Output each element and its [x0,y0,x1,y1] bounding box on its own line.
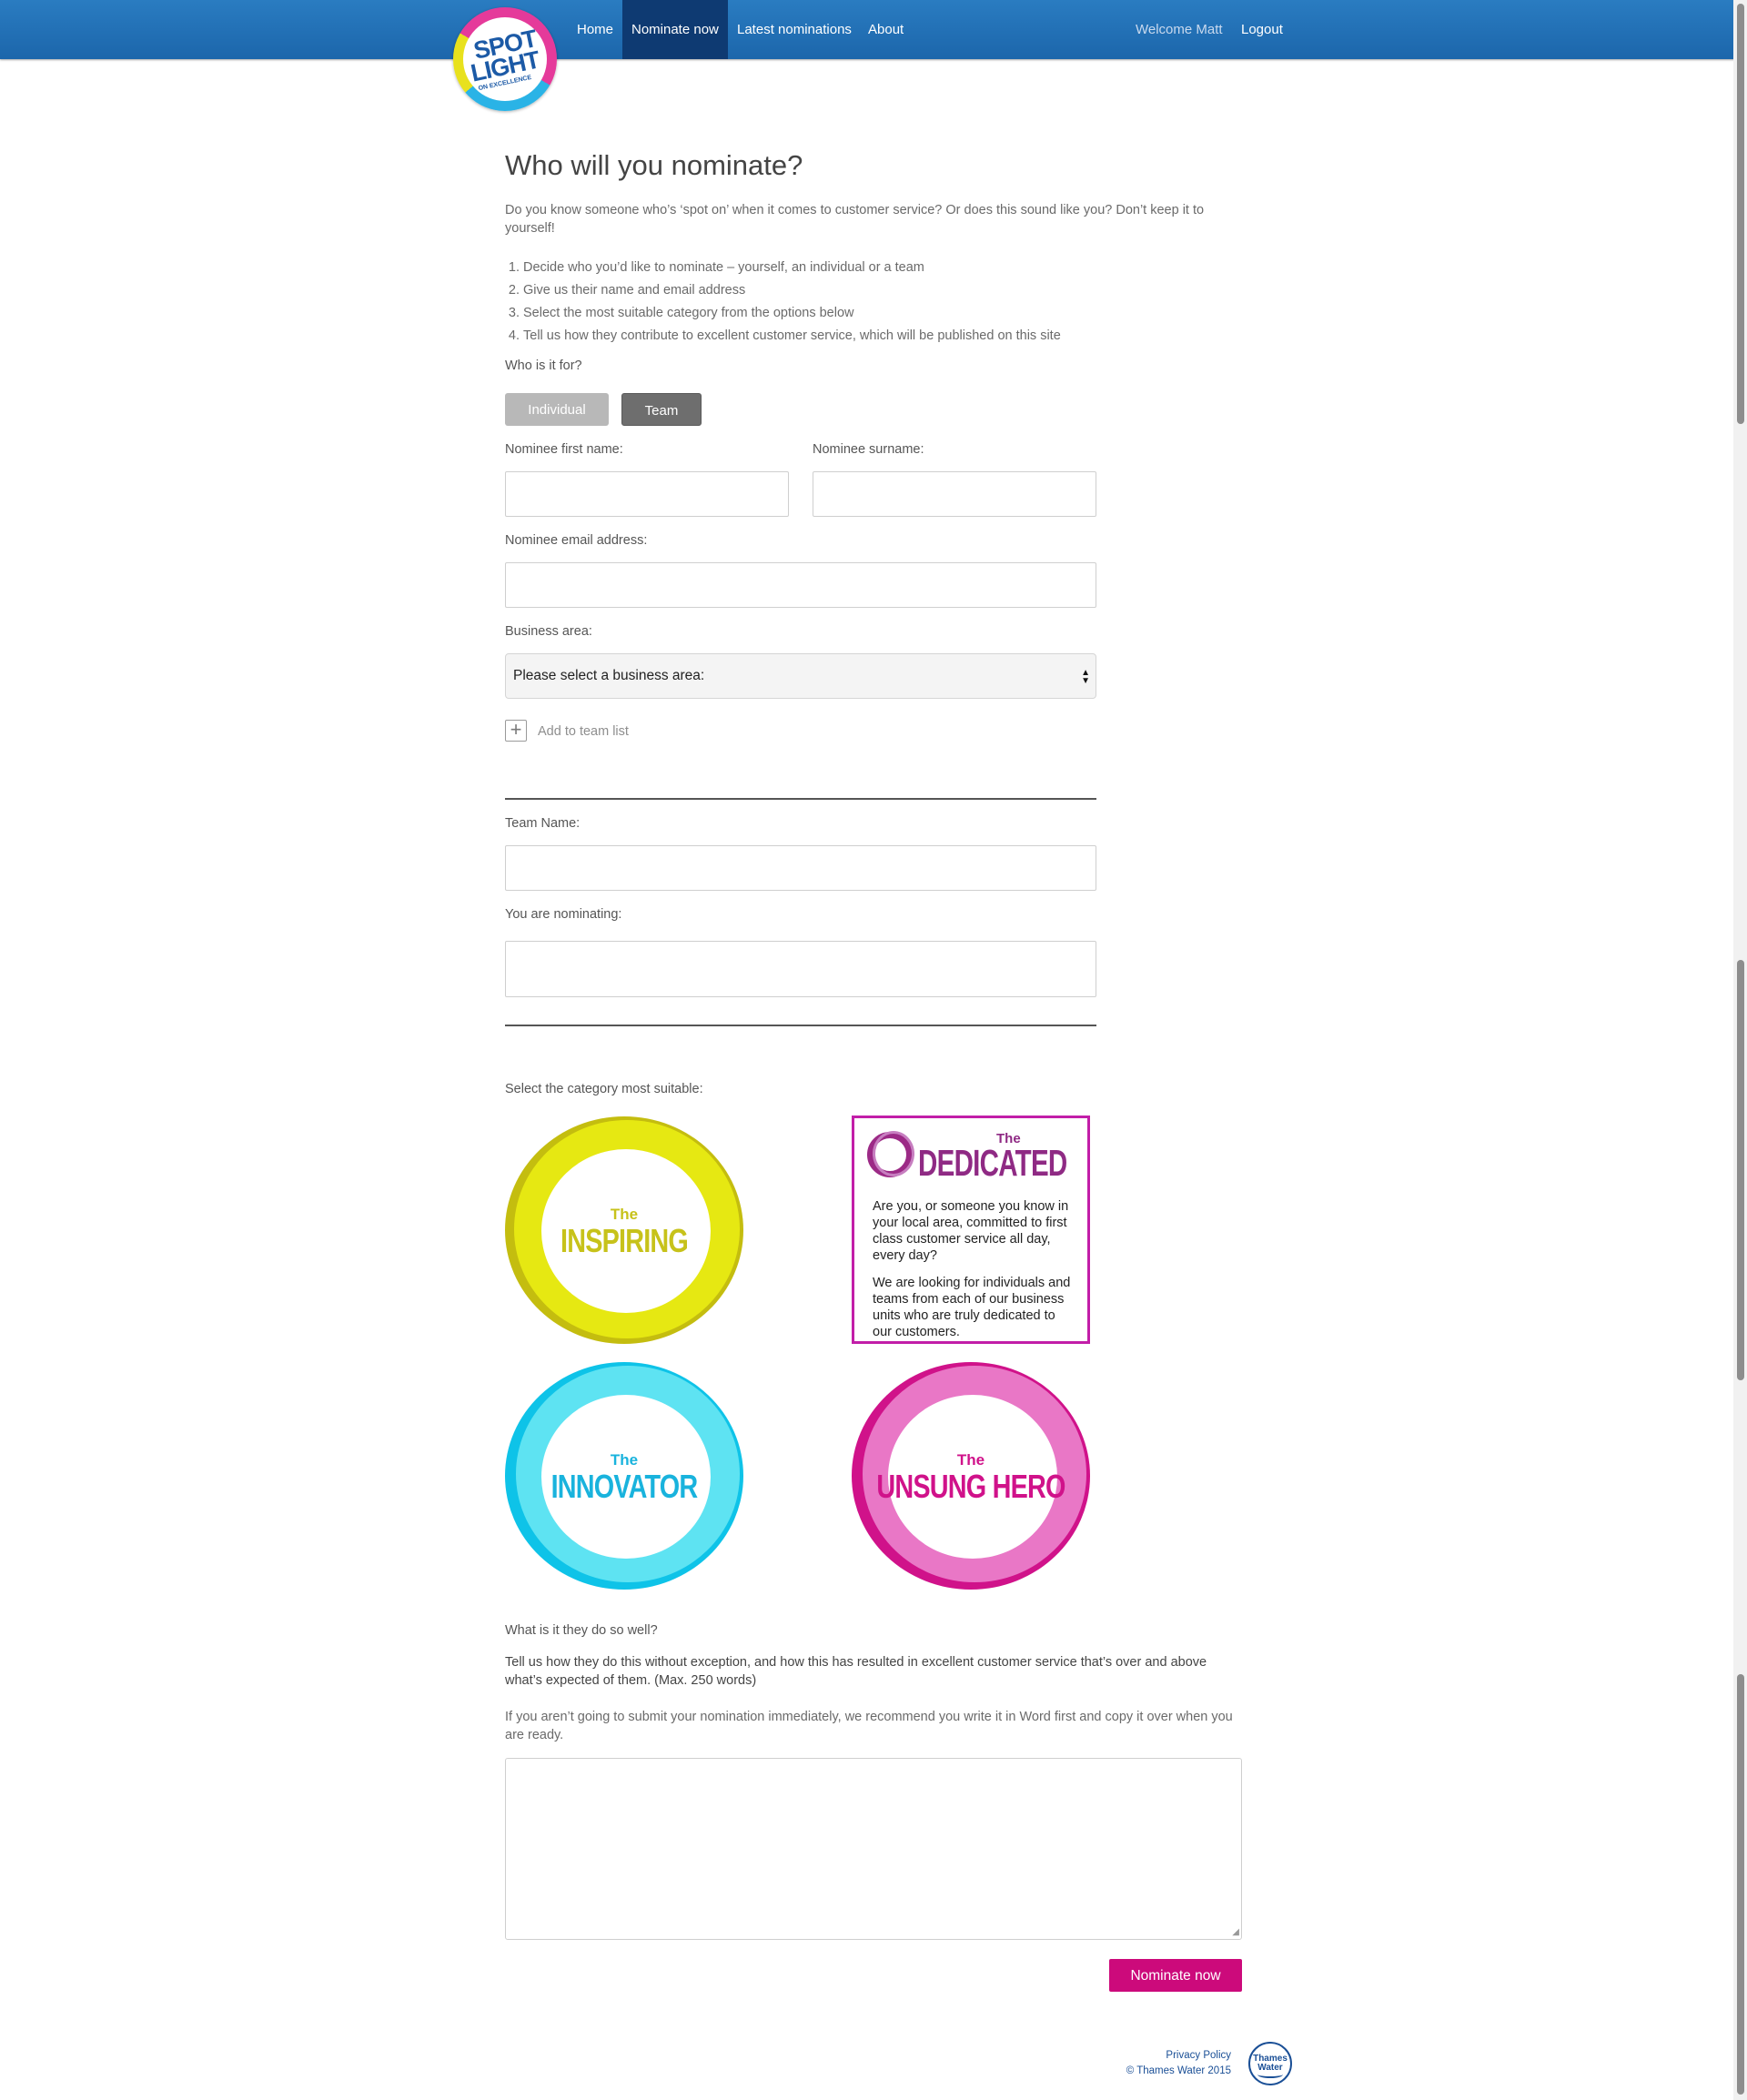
first-name-input[interactable] [505,471,789,517]
nav-latest-nominations[interactable]: Latest nominations [728,0,861,59]
business-area-select[interactable]: Please select a business area: ▲ ▼ [505,653,1096,699]
email-input[interactable] [505,562,1096,608]
divider [505,1025,1096,1026]
team-button[interactable]: Team [621,393,702,426]
dedicated-description-1: Are you, or someone you know in your loc… [873,1199,1069,1263]
dedicated-ring-accent [873,1131,914,1176]
footer: Privacy Policy © Thames Water 2015 [1055,2048,1231,2079]
divider [505,798,1096,800]
category-label: Select the category most suitable: [505,1082,703,1096]
nominate-now-button[interactable]: Nominate now [1109,1959,1242,1992]
top-navbar: Home Nominate now Latest nominations Abo… [0,0,1747,59]
inspiring-the: The [610,1206,639,1223]
steps-list: Decide who you’d like to nominate – your… [505,257,1061,348]
nav-nominate-now[interactable]: Nominate now [622,0,728,59]
add-to-team-label: Add to team list [538,724,629,739]
what-label: What is it they do so well? [505,1623,658,1638]
word-tip-text: If you aren’t going to submit your nomin… [505,1710,1233,1742]
category-innovator[interactable]: The INNOVATOR [505,1362,743,1590]
what-help-text: Tell us how they do this without excepti… [505,1655,1207,1688]
category-unsung-hero[interactable]: The UNSUNG HERO [852,1362,1090,1590]
inspiring-name: INSPIRING [560,1222,689,1259]
thames-water-logo: Thames Water [1248,2042,1292,2085]
team-name-label: Team Name: [505,816,581,831]
nav-home[interactable]: Home [568,0,622,59]
nav-about[interactable]: About [859,0,913,59]
nominating-label: You are nominating: [505,907,622,922]
scrollbar-thumb[interactable] [1737,960,1744,1380]
select-arrows-icon: ▲ ▼ [1081,668,1090,686]
scrollbar-thumb[interactable] [1737,4,1744,424]
unsung-hero-name: UNSUNG HERO [876,1468,1065,1505]
category-dedicated[interactable]: The DEDICATED Are you, or someone you kn… [852,1116,1090,1344]
nominating-list[interactable] [505,941,1096,997]
innovator-the: The [610,1451,639,1469]
step-item: Select the most suitable category from t… [523,302,1061,325]
step-item: Decide who you’d like to nominate – your… [523,257,1061,279]
innovator-name: INNOVATOR [550,1468,699,1505]
business-area-selected: Please select a business area: [513,668,705,683]
step-item: Tell us how they contribute to excellent… [523,325,1061,348]
unsung-hero-the: The [956,1451,985,1469]
step-item: Give us their name and email address [523,279,1061,302]
copyright-text: © Thames Water 2015 [1126,2065,1231,2076]
welcome-text: Welcome Matt [1136,22,1223,37]
email-label: Nominee email address: [505,533,648,548]
intro-text: Do you know someone who’s ‘spot on’ when… [505,203,1205,236]
plus-icon[interactable]: + [505,720,527,742]
dedicated-name: DEDICATED [918,1142,1067,1184]
dedicated-description-2: We are looking for individuals and teams… [873,1276,1071,1339]
category-inspiring[interactable]: The INSPIRING [505,1116,743,1344]
resize-grip-icon[interactable]: ◢ [1232,1928,1239,1937]
business-area-label: Business area: [505,624,592,639]
first-name-label: Nominee first name: [505,442,623,457]
surname-input[interactable] [813,471,1096,517]
spotlight-logo[interactable]: SPOT LIGHT ON EXCELLENCE [453,7,557,111]
wave-icon [1257,2071,1283,2078]
team-name-input[interactable] [505,845,1096,891]
description-textarea[interactable]: ◢ [505,1758,1242,1940]
nav-logout[interactable]: Logout [1232,0,1292,59]
scrollbar[interactable] [1733,0,1747,2100]
who-label: Who is it for? [505,358,582,373]
surname-label: Nominee surname: [813,442,924,457]
individual-button[interactable]: Individual [505,393,609,426]
privacy-policy-link[interactable]: Privacy Policy [1055,2048,1231,2064]
scrollbar-thumb[interactable] [1737,1674,1744,2095]
page-title: Who will you nominate? [505,149,803,181]
